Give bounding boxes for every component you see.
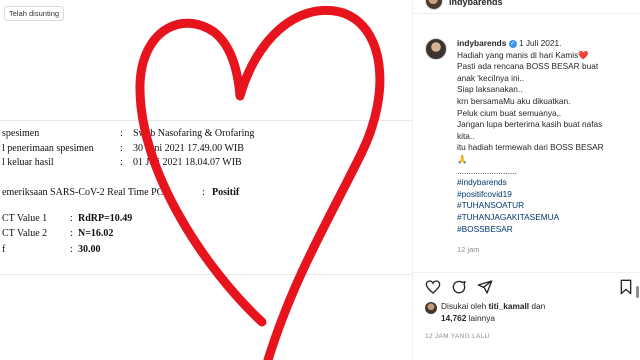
- caption-line: itu hadiah termewah dari BOSS BESAR: [457, 142, 604, 153]
- verified-badge-icon: ✓: [508, 39, 517, 48]
- caption-head: indybarends ✓ 1 Juli 2021.: [457, 38, 637, 50]
- caption-line: anak 'kecilnya ini..: [457, 72, 525, 83]
- liker-avatar[interactable]: [425, 302, 437, 314]
- caption-line: kita..: [457, 130, 475, 141]
- caption-line: Siap laksanakan..: [457, 84, 523, 95]
- caption-username[interactable]: indybarends: [457, 38, 506, 48]
- caption-avatar[interactable]: [425, 38, 447, 60]
- likes-line-1: Disukai oleh titi_kamall dan: [441, 300, 545, 312]
- caption-line: Jangan lupa berterima kasih buat nafas: [457, 119, 603, 130]
- caption-line: Hadiah yang manis di hari Kamis❤️: [457, 49, 589, 60]
- caption-line: Peluk cium buat semuanya,.: [457, 107, 562, 118]
- caption-line: krn bersamaMu aku dikuatkan.: [457, 95, 571, 106]
- scrollbar-thumb[interactable]: [636, 286, 639, 298]
- caption-line: 🙏: [457, 153, 468, 164]
- likes-suffix: lainnya: [468, 313, 495, 323]
- caption-line: ..........................: [457, 165, 517, 176]
- caption-age[interactable]: 12 jam: [457, 244, 637, 256]
- caption-line: Pasti ada rencana BOSS BESAR buat: [457, 61, 599, 72]
- header-username[interactable]: indybarends: [449, 0, 503, 7]
- like-heart-icon[interactable]: [425, 279, 441, 295]
- hashtag-link[interactable]: #TUHANJAGAKITASEMUA: [457, 212, 637, 224]
- caption-date: 1 Juli 2021.: [518, 38, 562, 48]
- liker-username[interactable]: titi_kamall: [489, 301, 530, 311]
- likes-line-2[interactable]: 14,762 lainnya: [441, 312, 495, 324]
- hashtag-link[interactable]: #indybarends: [457, 177, 637, 189]
- comment-icon[interactable]: [451, 279, 467, 295]
- likes-count[interactable]: 14,762: [441, 313, 466, 323]
- post-timestamp[interactable]: 12 JAM YANG LALU: [425, 333, 490, 340]
- hashtag-link[interactable]: #positifcovid19: [457, 189, 637, 201]
- bookmark-icon[interactable]: [618, 279, 634, 295]
- red-heart-drawing: [135, 6, 385, 360]
- post-header: indybarends: [413, 0, 640, 14]
- avatar[interactable]: [425, 0, 443, 10]
- hashtag-link[interactable]: #BOSSBESAR: [457, 224, 637, 236]
- likes-and: dan: [531, 301, 546, 311]
- share-icon[interactable]: [477, 279, 493, 295]
- caption-body: indybarends ✓ 1 Juli 2021. Hadiah yang m…: [457, 38, 637, 256]
- likes-prefix: Disukai oleh: [441, 301, 487, 311]
- post-side-panel: indybarends indybarends ✓ 1 Juli 2021. H…: [413, 0, 640, 360]
- post-photo[interactable]: Telah disunting spesimen : Swab Nasofari…: [0, 0, 412, 360]
- hashtag-link[interactable]: #TUHANSOATUR: [457, 200, 637, 212]
- action-bar: [413, 272, 640, 296]
